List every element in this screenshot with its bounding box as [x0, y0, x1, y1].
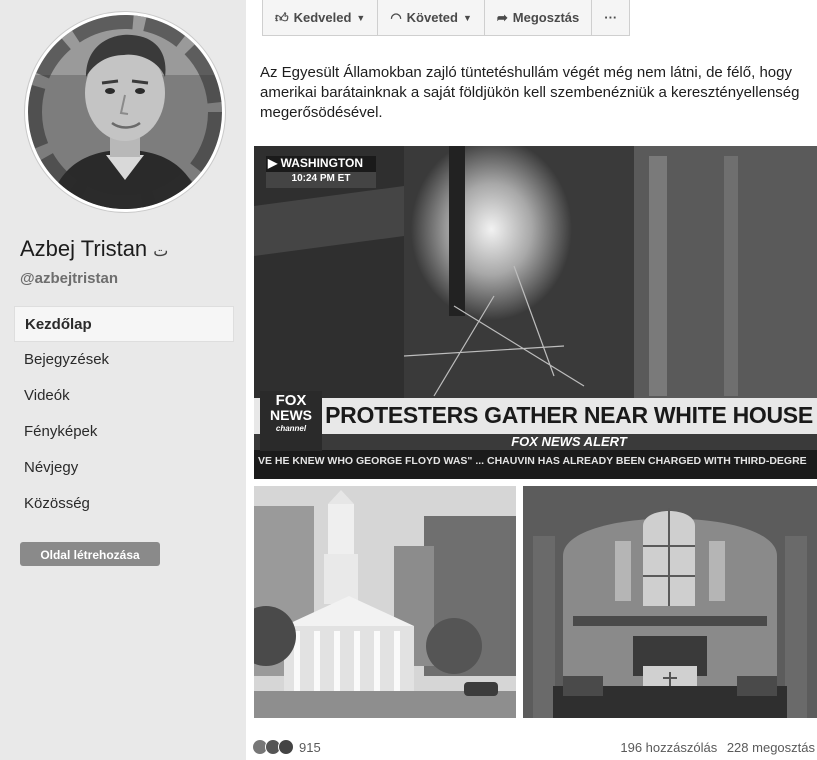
page-title: Azbej Tristan ت [20, 236, 168, 262]
profile-name: Azbej Tristan [20, 236, 148, 261]
share-button[interactable]: ➦ Megosztás [483, 0, 593, 36]
like-button[interactable]: 👍︎ Kedveled ▼ [262, 0, 379, 36]
logo-line-3: channel [275, 424, 307, 433]
nav-item-videos[interactable]: Videók [14, 378, 234, 414]
thumbs-up-icon: 👍︎ [275, 9, 289, 25]
share-arrow-icon: ➦ [496, 9, 508, 25]
logo-line-1: FOX [275, 392, 307, 409]
caret-down-icon: ▼ [356, 12, 366, 23]
post-footer: 915 196 hozzászólás 228 megosztás [246, 736, 817, 760]
rss-icon: ◠ [390, 9, 402, 25]
nav-item-community[interactable]: Közösség [14, 486, 234, 522]
more-options-button[interactable]: ··· [591, 0, 631, 36]
video-location-tag: ▶ WASHINGTON 10:24 PM ET [268, 156, 374, 186]
caret-down-icon: ▼ [462, 12, 472, 23]
page-action-bar: 👍︎ Kedveled ▼ ◠ Követed ▼ ➦ Megosztás ··… [262, 0, 631, 38]
video-time: 10:24 PM ET [291, 173, 351, 184]
create-page-button[interactable]: Oldal létrehozása [20, 542, 160, 566]
left-sidebar: Azbej Tristan ت @azbejtristan Kezdőlap B… [0, 0, 245, 760]
video-location: WASHINGTON [280, 156, 364, 170]
video-headline: PROTESTERS GATHER NEAR WHITE HOUSE [325, 402, 813, 428]
profile-handle: @azbejtristan [20, 270, 118, 287]
post-card: 👍︎ Kedveled ▼ ◠ Követed ▼ ➦ Megosztás ··… [246, 0, 817, 760]
post-photo-church-interior[interactable] [523, 486, 817, 718]
nav-item-photos[interactable]: Fényképek [14, 414, 234, 450]
nav-item-about[interactable]: Névjegy [14, 450, 234, 486]
play-icon: ▶ [268, 156, 278, 170]
fox-news-logo: FOX NEWS channel [262, 392, 320, 436]
avatar[interactable] [25, 12, 225, 212]
follow-button[interactable]: ◠ Követed ▼ [377, 0, 485, 36]
nav-item-posts[interactable]: Bejegyzések [14, 342, 234, 378]
page-nav: Kezdőlap Bejegyzések Videók Fényképek Né… [14, 306, 234, 522]
like-reaction-icon [278, 739, 294, 755]
like-label: Kedveled [293, 9, 352, 25]
verified-icon: ت [153, 243, 169, 260]
video-ticker: VE HE KNEW WHO GEORGE FLOYD WAS" ... CHA… [258, 455, 807, 467]
share-label: Megosztás [512, 9, 580, 25]
follow-label: Követed [406, 9, 458, 25]
post-text: Az Egyesült Államokban zajló tüntetéshul… [260, 64, 800, 121]
nav-item-home[interactable]: Kezdőlap [14, 306, 234, 342]
logo-line-2: NEWS [270, 407, 312, 423]
post-video[interactable]: ▶ WASHINGTON 10:24 PM ET FOX NEWS channe… [254, 146, 817, 479]
reaction-count: 915 [299, 739, 321, 755]
post-photo-church-exterior[interactable] [254, 486, 516, 718]
shares-count-link[interactable]: 228 megosztás [727, 740, 815, 755]
reaction-summary[interactable]: 915 [252, 739, 321, 755]
post-stats: 196 hozzászólás 228 megosztás [614, 740, 815, 755]
comments-count-link[interactable]: 196 hozzászólás [620, 740, 717, 755]
video-alert: FOX NEWS ALERT [511, 434, 627, 449]
